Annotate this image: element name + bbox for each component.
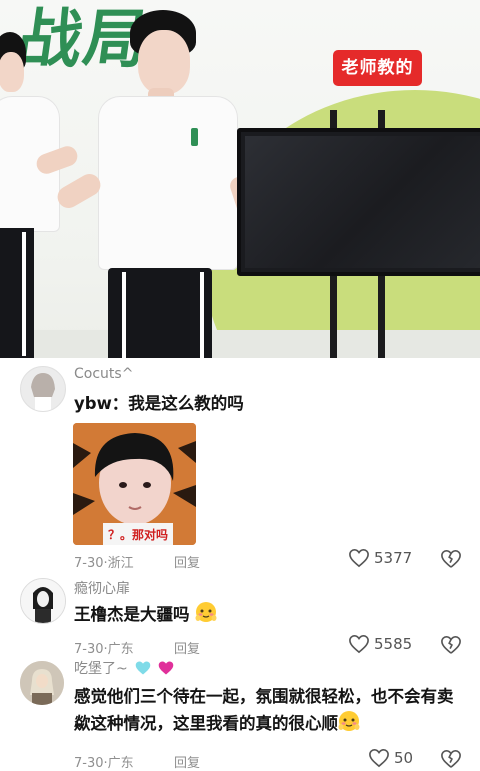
magenta-heart-icon xyxy=(158,661,173,675)
username[interactable]: 瘾彻心扉 xyxy=(74,578,130,598)
blushing-face-emoji xyxy=(195,602,217,622)
like-count: 5377 xyxy=(374,549,413,567)
like-count: 50 xyxy=(394,749,414,767)
avatar[interactable] xyxy=(20,661,64,705)
tv-screen xyxy=(237,128,480,276)
comment-meta: 7-30·浙江 xyxy=(74,556,134,571)
comment-text: 王橹杰是大疆吗 xyxy=(74,601,217,628)
comment-location: 广东 xyxy=(107,756,134,771)
heart-outline-icon xyxy=(369,748,389,768)
comment-item: 瘾彻心扉 王橹杰是大疆吗 7-30·广东 回复 5585 xyxy=(0,575,480,657)
username[interactable]: 吃堡了~ xyxy=(74,658,175,678)
sticker-image[interactable]: ？。那对吗 xyxy=(73,423,196,545)
reply-button[interactable]: 回复 xyxy=(174,638,200,657)
comment-item: 吃堡了~ 感觉他们三个待在一起，氛围就很轻松，也不会有卖歘这种情况，这里我看的真… xyxy=(0,657,480,771)
heart-outline-icon xyxy=(349,634,369,654)
username[interactable]: Cocuts^ xyxy=(74,366,133,382)
caption-tag: 老师教的 xyxy=(333,50,422,86)
blushing-face-emoji xyxy=(338,711,360,731)
comment-date: 7-30 xyxy=(74,642,104,657)
avatar[interactable] xyxy=(20,366,66,412)
like-count: 5585 xyxy=(374,635,413,653)
comment-date: 7-30 xyxy=(74,756,104,771)
like-button[interactable]: 5377 xyxy=(348,548,412,568)
video-player[interactable]: 战局 老师教的 xyxy=(0,0,480,358)
heart-outline-icon xyxy=(349,548,369,568)
comment-location: 广东 xyxy=(107,642,134,657)
broken-heart-icon[interactable] xyxy=(440,749,462,769)
cyan-heart-icon xyxy=(135,661,151,675)
broken-heart-icon[interactable] xyxy=(440,549,462,569)
comment-location: 浙江 xyxy=(107,556,134,571)
comment-item: Cocuts^ ybw：我是这么教的吗 7-30·浙江 回复 5377 xyxy=(0,358,480,580)
comment-text: 感觉他们三个待在一起，氛围就很轻松，也不会有卖歘这种情况，这里我看的真的很心顺 xyxy=(74,687,454,733)
avatar[interactable] xyxy=(20,578,66,624)
reply-button[interactable]: 回复 xyxy=(174,552,200,571)
comment-text: ybw：我是这么教的吗 xyxy=(74,394,244,413)
sticker-caption: ？。那对吗 xyxy=(107,528,168,542)
like-button[interactable]: 5585 xyxy=(348,634,412,654)
reply-button[interactable]: 回复 xyxy=(174,752,200,771)
comment-meta: 7-30·广东 xyxy=(74,756,134,771)
like-button[interactable]: 50 xyxy=(368,748,413,768)
broken-heart-icon[interactable] xyxy=(440,635,462,655)
comment-date: 7-30 xyxy=(74,556,104,571)
comment-meta: 7-30·广东 xyxy=(74,642,134,657)
